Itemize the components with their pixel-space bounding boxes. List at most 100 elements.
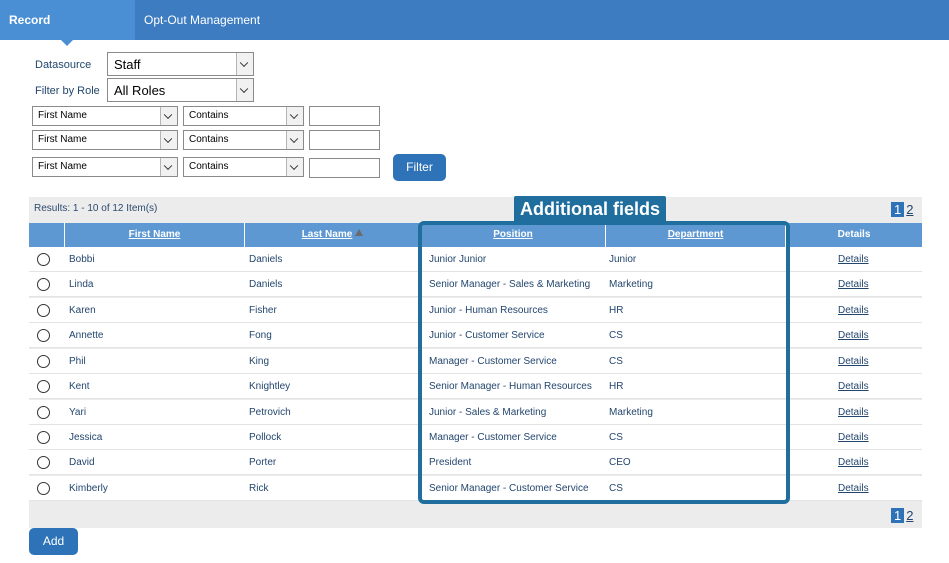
table-row: Kent Knightley Senior Manager - Human Re… — [29, 374, 922, 399]
row-select-radio[interactable] — [37, 304, 50, 317]
chevron-down-icon — [160, 158, 177, 176]
cell-first-name: Linda — [69, 279, 94, 290]
annotation-label: Additional fields — [514, 196, 667, 222]
add-button[interactable]: Add — [29, 528, 78, 555]
cell-last-name: Daniels — [249, 254, 283, 265]
filter-operator-select-3[interactable]: Contains — [183, 157, 304, 177]
cell-first-name: Karen — [69, 305, 96, 316]
details-link[interactable]: Details — [838, 330, 869, 341]
column-header-label: Details — [837, 229, 871, 240]
chevron-down-icon — [160, 107, 177, 125]
cell-position: Senior Manager - Customer Service — [429, 483, 589, 494]
table-row: Linda Daniels Senior Manager - Sales & M… — [29, 272, 922, 297]
column-header-label: Department — [667, 229, 724, 240]
table-row: Bobbi Daniels Junior Junior Junior Detai… — [29, 247, 922, 272]
cell-department: CS — [609, 330, 623, 341]
details-link[interactable]: Details — [838, 457, 869, 468]
details-link[interactable]: Details — [838, 279, 869, 290]
page-link[interactable]: 2 — [906, 202, 913, 217]
datasource-label: Datasource — [35, 59, 92, 71]
page-link[interactable]: 2 — [906, 508, 913, 523]
filter-button[interactable]: Filter — [393, 154, 446, 181]
details-link[interactable]: Details — [838, 483, 869, 494]
details-link[interactable]: Details — [838, 381, 869, 392]
filter-field-select-1[interactable]: First Name — [32, 106, 178, 126]
filter-field-value: First Name — [38, 134, 87, 145]
results-grid: Results: 1 - 10 of 12 Item(s) 12 First N… — [29, 197, 922, 528]
datasource-select[interactable]: Staff — [107, 52, 254, 76]
column-header-last-name[interactable]: Last Name — [245, 223, 421, 247]
row-select-radio[interactable] — [37, 431, 50, 444]
filter-operator-select-2[interactable]: Contains — [183, 130, 304, 150]
cell-department: CS — [609, 432, 623, 443]
filter-field-value: First Name — [38, 161, 87, 172]
details-link[interactable]: Details — [838, 356, 869, 367]
table-row: Annette Fong Junior - Customer Service C… — [29, 323, 922, 348]
cell-department: CS — [609, 483, 623, 494]
cell-position: Senior Manager - Sales & Marketing — [429, 279, 591, 290]
chevron-down-icon — [160, 131, 177, 149]
table-row: Karen Fisher Junior - Human Resources HR… — [29, 298, 922, 323]
row-select-radio[interactable] — [37, 456, 50, 469]
filter-value-input-2[interactable] — [309, 130, 380, 150]
chevron-down-icon — [286, 107, 303, 125]
cell-last-name: Knightley — [249, 381, 291, 392]
chevron-down-icon — [236, 79, 253, 101]
cell-position: Manager - Customer Service — [429, 356, 557, 367]
filter-value-input-3[interactable] — [309, 158, 380, 178]
row-select-radio[interactable] — [37, 329, 50, 342]
page-current: 1 — [891, 202, 905, 217]
cell-first-name: Bobbi — [69, 254, 95, 265]
cell-position: Junior - Customer Service — [429, 330, 545, 341]
filter-operator-value: Contains — [189, 110, 229, 121]
row-select-radio[interactable] — [37, 278, 50, 291]
column-header-first-name[interactable]: First Name — [65, 223, 245, 247]
details-link[interactable]: Details — [838, 432, 869, 443]
row-select-radio[interactable] — [37, 482, 50, 495]
cell-last-name: Fisher — [249, 305, 277, 316]
details-link[interactable]: Details — [838, 305, 869, 316]
filter-field-select-3[interactable]: First Name — [32, 157, 178, 177]
table-row: Phil King Manager - Customer Service CS … — [29, 349, 922, 374]
cell-department: CS — [609, 356, 623, 367]
filter-value-input-1[interactable] — [309, 106, 380, 126]
filter-operator-select-1[interactable]: Contains — [183, 106, 304, 126]
cell-first-name: Kent — [69, 381, 90, 392]
table-row: Yari Petrovich Junior - Sales & Marketin… — [29, 400, 922, 425]
filter-field-select-2[interactable]: First Name — [32, 130, 178, 150]
cell-department: Marketing — [609, 407, 653, 418]
cell-position: Junior - Sales & Marketing — [429, 407, 547, 418]
tab-opt-out-management[interactable]: Opt-Out Management — [135, 0, 269, 40]
role-label: Filter by Role — [35, 85, 100, 97]
cell-first-name: Phil — [69, 356, 86, 367]
row-select-radio[interactable] — [37, 253, 50, 266]
cell-last-name: Petrovich — [249, 407, 291, 418]
pager-bottom: 12 — [891, 508, 913, 523]
column-header-label: Last Name — [301, 229, 353, 240]
row-select-radio[interactable] — [37, 380, 50, 393]
column-header-position[interactable]: Position — [421, 223, 606, 247]
cell-position: Junior Junior — [429, 254, 487, 265]
details-link[interactable]: Details — [838, 254, 869, 265]
column-header-department[interactable]: Department — [606, 223, 786, 247]
cell-department: CEO — [609, 457, 631, 468]
tab-record-management[interactable]: Record Management — [0, 0, 135, 67]
filter-field-value: First Name — [38, 110, 87, 121]
filter-operator-value: Contains — [189, 134, 229, 145]
pager-top: 12 — [891, 202, 913, 217]
details-link[interactable]: Details — [838, 407, 869, 418]
filter-operator-value: Contains — [189, 161, 229, 172]
row-select-radio[interactable] — [37, 406, 50, 419]
table-row: David Porter President CEO Details — [29, 450, 922, 475]
cell-department: HR — [609, 305, 624, 316]
column-header-details: Details — [786, 223, 922, 247]
cell-first-name: Kimberly — [69, 483, 108, 494]
cell-first-name: Yari — [69, 407, 87, 418]
cell-last-name: Daniels — [249, 279, 283, 290]
table-row: Jessica Pollock Manager - Customer Servi… — [29, 425, 922, 450]
role-select[interactable]: All Roles — [107, 78, 254, 102]
top-tab-bar: Record Management Opt-Out Management — [0, 0, 949, 67]
row-select-radio[interactable] — [37, 355, 50, 368]
role-value: All Roles — [114, 83, 166, 98]
cell-last-name: Pollock — [249, 432, 282, 443]
